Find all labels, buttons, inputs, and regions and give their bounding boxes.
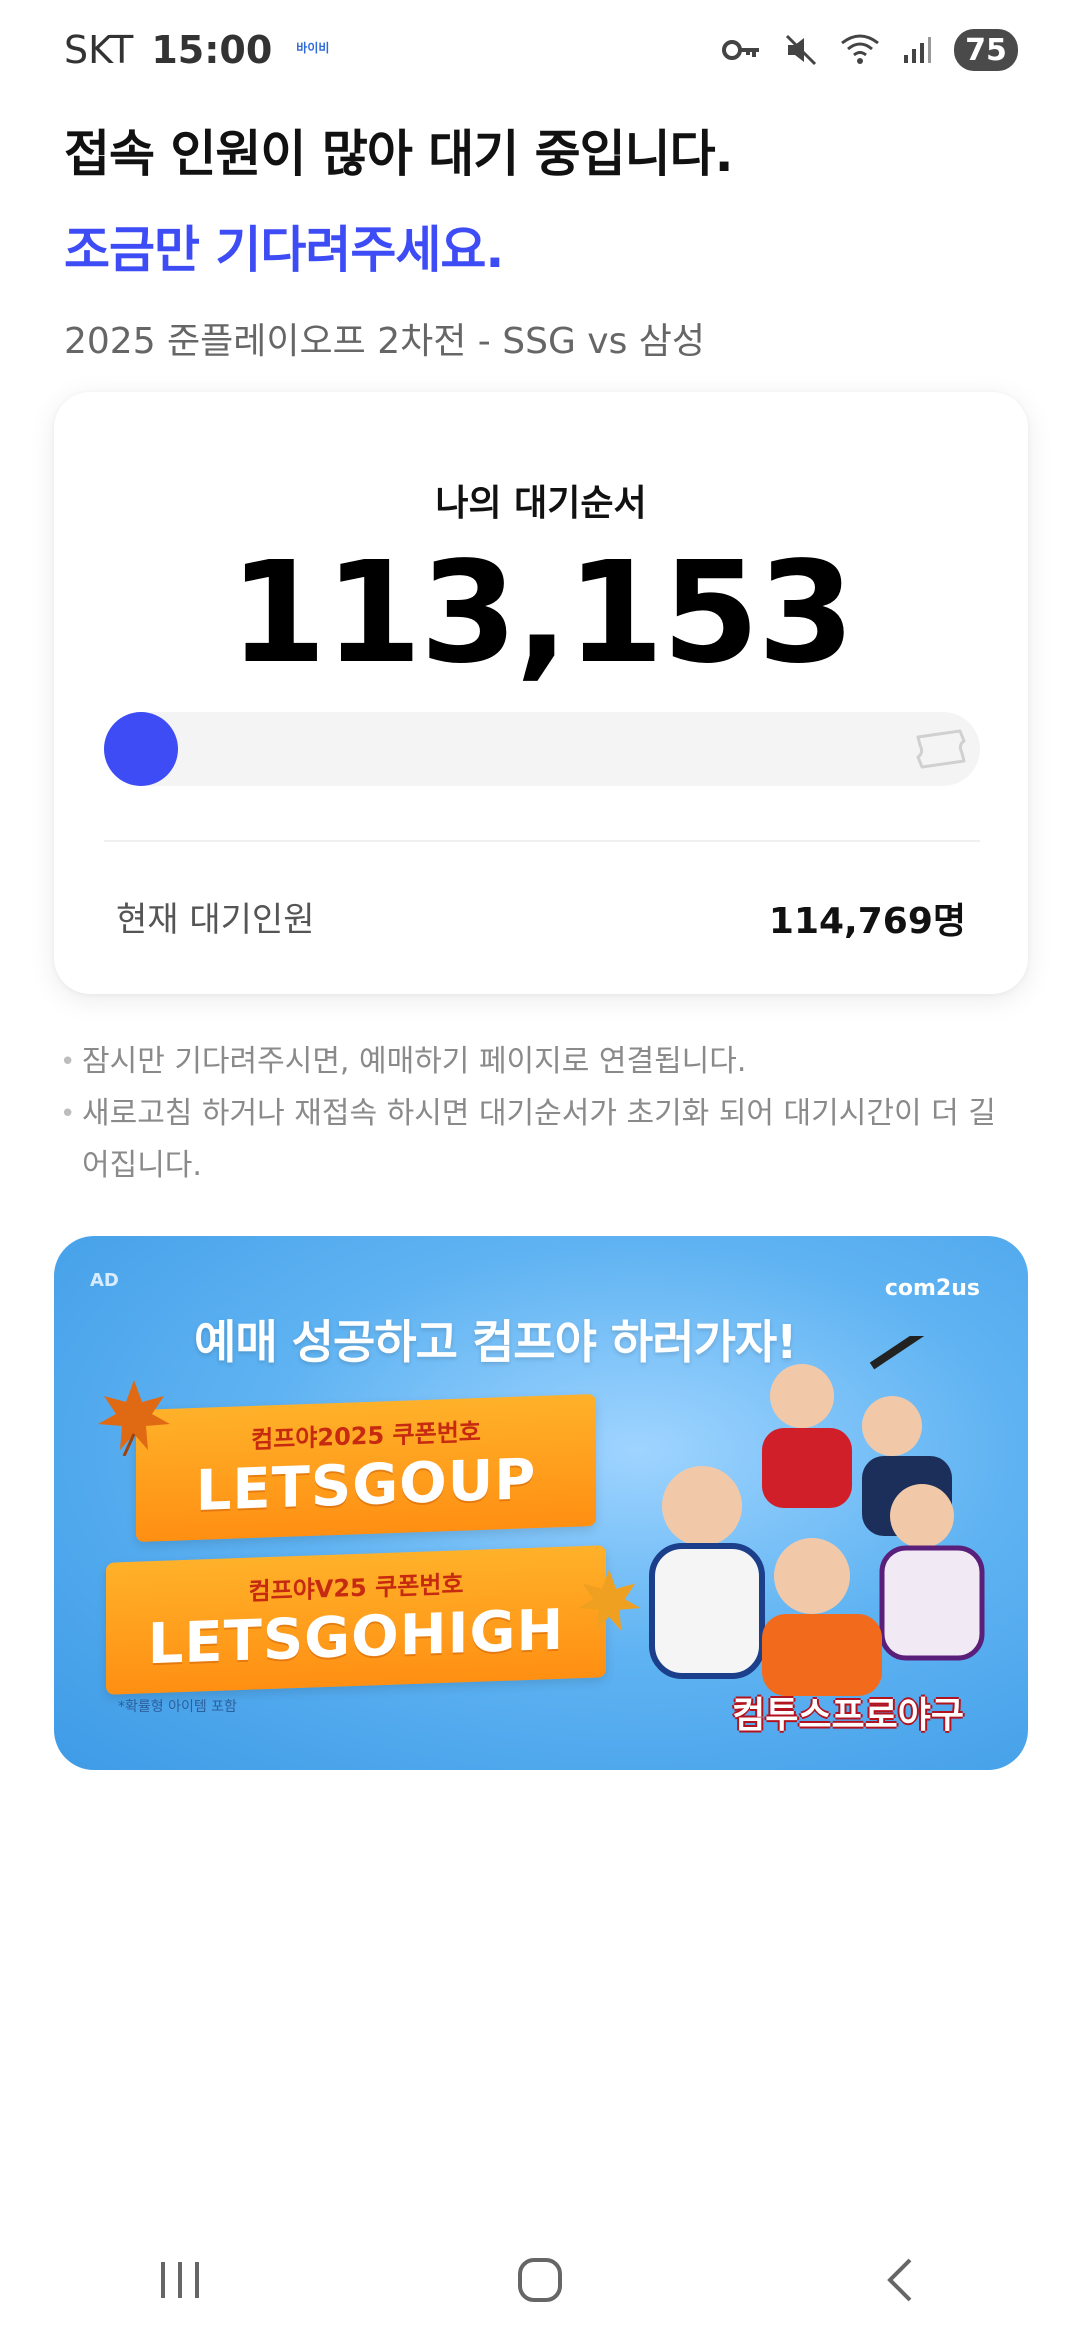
- notification-badge: 바이비: [296, 40, 330, 55]
- game-logo: 컴투스프로야구: [732, 1695, 964, 1736]
- queue-progress-track: [104, 712, 980, 786]
- queue-label: 나의 대기순서: [435, 483, 647, 524]
- baseball-players-illustration: [572, 1322, 992, 1700]
- coupon-banner-1: 컴프야2025 쿠폰번호 LETSGOUP: [136, 1393, 596, 1543]
- coupon-1-code: LETSGOUP: [195, 1447, 537, 1524]
- key-icon: [722, 35, 762, 65]
- current-waiting-count: 114,769명: [768, 901, 966, 942]
- ticket-icon: [912, 729, 968, 773]
- recent-apps-button[interactable]: [120, 2230, 240, 2330]
- ad-brand-logo: com2us: [884, 1276, 980, 1301]
- home-icon: [518, 2258, 562, 2302]
- page-title-accent: 조금만 기다려주세요.: [64, 221, 504, 279]
- status-left: SKT 15:00 바이비: [64, 28, 329, 72]
- carrier-label: SKT: [64, 28, 134, 72]
- system-nav-bar: [0, 2220, 1080, 2340]
- queue-position: 113,153: [229, 532, 855, 695]
- ad-banner[interactable]: AD com2us 예매 성공하고 컴프야 하러가자! 컴프야2025 쿠폰번호…: [54, 1236, 1028, 1770]
- status-bar: SKT 15:00 바이비 75: [0, 0, 1080, 100]
- header: 접속 인원이 많아 대기 중입니다. 조금만 기다려주세요. 2025 준플레이…: [64, 114, 1024, 364]
- back-button[interactable]: [840, 2230, 960, 2330]
- maple-leaf-icon: [94, 1376, 174, 1460]
- back-icon: [887, 2258, 912, 2302]
- ad-tag: AD: [90, 1270, 119, 1291]
- status-right: 75: [722, 29, 1018, 71]
- page-title: 접속 인원이 많아 대기 중입니다.: [64, 125, 734, 183]
- current-waiting-label: 현재 대기인원: [116, 900, 315, 940]
- wifi-icon: [840, 33, 880, 67]
- coupon-banner-2: 컴프야V25 쿠폰번호 LETSGOHIGH: [106, 1545, 606, 1695]
- signal-icon: [902, 35, 932, 65]
- queue-progress-indicator: [104, 712, 178, 786]
- notice-item: 잠시만 기다려주시면, 예매하기 페이지로 연결됩니다.: [60, 1036, 1020, 1088]
- battery-indicator: 75: [954, 29, 1018, 71]
- mute-icon: [784, 33, 818, 67]
- clock: 15:00: [151, 28, 273, 72]
- ad-disclaimer: *확률형 아이템 포함: [118, 1699, 237, 1715]
- event-subtitle: 2025 준플레이오프 2차전 - SSG vs 삼성: [64, 321, 706, 362]
- home-button[interactable]: [480, 2230, 600, 2330]
- recent-apps-icon: [161, 2262, 199, 2298]
- notice-list: 잠시만 기다려주시면, 예매하기 페이지로 연결됩니다. 새로고침 하거나 재접…: [60, 1036, 1020, 1192]
- card-divider: [104, 840, 980, 842]
- queue-card: 나의 대기순서 113,153 현재 대기인원 114,769명: [54, 392, 1028, 994]
- notice-item: 새로고침 하거나 재접속 하시면 대기순서가 초기화 되어 대기시간이 더 길어…: [60, 1088, 1020, 1192]
